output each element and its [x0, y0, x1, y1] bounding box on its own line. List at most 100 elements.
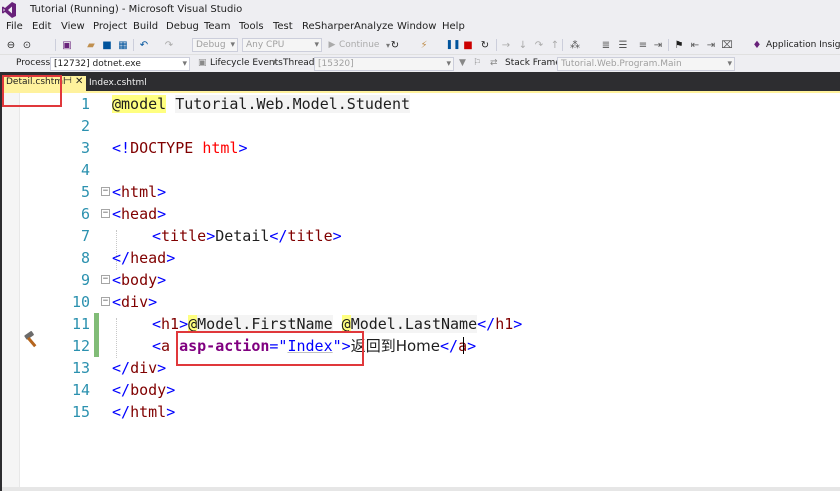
open-file-icon[interactable]: ▰ — [84, 38, 98, 52]
lightbulb-icon: ♦ — [752, 39, 762, 51]
menu-window[interactable]: Window — [397, 21, 436, 32]
menu-bar: File Edit View Project Build Debug Team … — [0, 20, 840, 36]
tag-name: body — [121, 271, 158, 289]
continue-button[interactable]: Continue — [339, 38, 383, 52]
prev-bookmark-icon[interactable]: ⇤ — [688, 38, 702, 52]
solution-config-dropdown[interactable]: Debug ▾ — [192, 38, 238, 52]
text-caret — [463, 337, 464, 354]
step-into-icon[interactable]: ↓ — [517, 38, 529, 52]
menu-analyze[interactable]: Analyze — [354, 21, 393, 32]
change-indicator — [94, 313, 99, 335]
menu-debug[interactable]: Debug — [166, 21, 199, 32]
menu-project[interactable]: Project — [93, 21, 127, 32]
process-dropdown[interactable]: [12732] dotnet.exe ▾ — [50, 57, 190, 71]
platform-value: Any CPU — [246, 40, 285, 50]
menu-team[interactable]: Team — [204, 21, 230, 32]
platform-dropdown[interactable]: Any CPU ▾ — [242, 38, 322, 52]
forward-icon[interactable]: ⊙ — [20, 38, 34, 52]
collapse-icon[interactable]: − — [101, 297, 110, 306]
bookmark-icon[interactable]: ⚑ — [672, 38, 686, 52]
thread-value: [15320] — [318, 59, 354, 69]
hot-reload-icon[interactable]: ⚡ — [417, 38, 431, 52]
comment-icon[interactable]: ☰ — [616, 38, 630, 52]
redo-icon[interactable]: ↷ — [162, 38, 176, 52]
code-line-15: 15 </html> — [2, 401, 840, 423]
save-icon[interactable]: ■ — [100, 38, 114, 52]
standard-toolbar: ⊖ ⊙ ▣ ▰ ■ ▦ ↶ ↷ Debug ▾ Any CPU ▾ ▶ Contin… — [0, 36, 840, 54]
menu-resharper[interactable]: ReSharper — [302, 21, 354, 32]
horizontal-scrollbar[interactable] — [2, 487, 840, 491]
tag-name: a — [161, 337, 171, 355]
thread-view-icon[interactable]: ≣ — [599, 38, 613, 52]
tag-name: div — [130, 359, 158, 377]
pin-icon[interactable]: ⊣ — [64, 76, 72, 86]
clear-bookmarks-icon[interactable]: ⌧ — [720, 38, 734, 52]
step-out-icon[interactable]: ↑ — [549, 38, 561, 52]
restart-icon[interactable]: ↻ — [478, 38, 492, 52]
tab-index-cshtml[interactable]: Index.cshtml — [89, 78, 147, 88]
collapse-icon[interactable]: − — [101, 275, 110, 284]
doctype-keyword: DOCTYPE — [130, 139, 194, 157]
save-all-icon[interactable]: ▦ — [116, 38, 130, 52]
menu-view[interactable]: View — [61, 21, 85, 32]
menu-build[interactable]: Build — [133, 21, 158, 32]
play-icon[interactable]: ▶ — [327, 38, 337, 52]
title-text: Detail — [215, 227, 270, 245]
code-line-13: 13 </div> — [2, 357, 840, 379]
new-project-icon[interactable]: ▣ — [60, 38, 74, 52]
toolbar-separator — [562, 39, 563, 51]
flag-thread-icon[interactable]: ⚐ — [473, 58, 481, 68]
collapse-icon[interactable]: − — [101, 187, 110, 196]
stack-frame-dropdown[interactable]: Tutorial.Web.Program.Main ▾ — [557, 57, 735, 71]
debug-location-toolbar: Process: [12732] dotnet.exe ▾ ▣ Lifecycle… — [0, 54, 840, 72]
line-number: 11 — [71, 315, 90, 333]
back-icon[interactable]: ⊖ — [4, 38, 18, 52]
pause-icon[interactable]: ❚❚ — [445, 38, 460, 52]
line-number: 7 — [80, 227, 90, 245]
code-line-10: 10 − <div> — [2, 291, 840, 313]
thread-dropdown[interactable]: [15320] ▾ — [314, 57, 454, 71]
line-number: 15 — [71, 403, 90, 421]
switch-thread-icon[interactable]: ⇄ — [490, 58, 498, 68]
filter-icon[interactable]: ▼ — [459, 58, 466, 68]
step-over-icon[interactable]: ↷ — [533, 38, 545, 52]
model-type-name: Tutorial.Web.Model.Student — [175, 95, 411, 113]
application-insights-button[interactable]: Application Insights — [766, 38, 840, 52]
collapse-icon[interactable]: − — [101, 209, 110, 218]
stop-icon[interactable]: ■ — [463, 38, 473, 52]
window-title: Tutorial (Running) - Microsoft Visual St… — [30, 4, 243, 15]
lifecycle-dropdown-arrow-icon[interactable]: ▾ — [272, 58, 277, 68]
undo-icon[interactable]: ↶ — [137, 38, 151, 52]
menu-edit[interactable]: Edit — [32, 21, 51, 32]
show-next-statement-icon[interactable]: → — [500, 38, 512, 52]
refresh-icon[interactable]: ↻ — [388, 38, 402, 52]
code-line-14: 14 </body> — [2, 379, 840, 401]
lifecycle-events-icon[interactable]: ▣ — [198, 58, 207, 68]
menu-help[interactable]: Help — [442, 21, 465, 32]
next-bookmark-icon[interactable]: ⇥ — [704, 38, 718, 52]
visual-studio-logo-icon — [2, 2, 16, 18]
code-line-7: 7 <title>Detail</title> — [2, 225, 840, 247]
code-line-11: 11 <h1>@Model.FirstName @Model.LastName<… — [2, 313, 840, 335]
code-line-12: 12 <a asp-action="Index">返回到Home</a> — [2, 335, 840, 357]
uncomment-icon[interactable]: ≡ — [636, 38, 650, 52]
indent-icon[interactable]: ⇥ — [651, 38, 665, 52]
code-line-8: 8 </head> — [2, 247, 840, 269]
code-editor[interactable]: 1 @model Tutorial.Web.Model.Student 2 3 … — [2, 93, 840, 491]
menu-file[interactable]: File — [6, 21, 23, 32]
toolbar-separator — [496, 39, 497, 51]
hex-display-icon[interactable]: ⁂ — [568, 38, 582, 52]
code-line-2: 2 — [2, 115, 840, 137]
tag-name: title — [287, 227, 333, 245]
quick-actions-hammer-icon[interactable] — [22, 331, 40, 349]
thread-label: Thread: — [283, 58, 318, 68]
tag-name: head — [130, 249, 167, 267]
menu-test[interactable]: Test — [273, 21, 293, 32]
line-number: 4 — [80, 161, 90, 179]
line-number: 6 — [80, 205, 90, 223]
tag-name: title — [161, 227, 207, 245]
menu-tools[interactable]: Tools — [239, 21, 264, 32]
code-line-4: 4 — [2, 159, 840, 181]
close-icon[interactable]: ✕ — [75, 76, 83, 87]
line-number: 5 — [80, 183, 90, 201]
